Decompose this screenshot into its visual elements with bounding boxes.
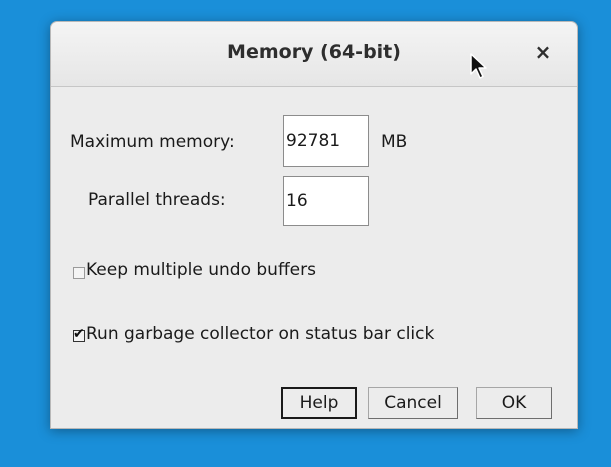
threads-label: Parallel threads: [88, 190, 226, 210]
gc-label: Run garbage collector on status bar clic… [86, 324, 435, 344]
help-button[interactable]: Help [281, 387, 357, 419]
ok-button[interactable]: OK [476, 387, 552, 419]
undo-option[interactable]: Keep multiple undo buffers [73, 260, 393, 284]
dialog-title: Memory (64-bit) [227, 41, 401, 63]
dialog-titlebar[interactable]: Memory (64-bit) × [51, 22, 577, 87]
close-icon[interactable]: × [531, 40, 555, 64]
max-memory-input[interactable] [283, 115, 369, 167]
undo-checkbox[interactable] [73, 267, 85, 279]
memory-dialog: Memory (64-bit) × Maximum memory: MB Par… [50, 21, 578, 429]
undo-label: Keep multiple undo buffers [86, 260, 316, 280]
threads-input[interactable] [283, 176, 369, 226]
cancel-button[interactable]: Cancel [368, 387, 458, 419]
gc-option[interactable]: ✔ Run garbage collector on status bar cl… [73, 324, 553, 348]
max-memory-label: Maximum memory: [70, 132, 235, 152]
check-mark-icon: ✔ [73, 326, 85, 342]
gc-checkbox[interactable]: ✔ [73, 326, 85, 342]
max-memory-unit: MB [381, 132, 408, 152]
mouse-pointer-icon [470, 53, 487, 79]
